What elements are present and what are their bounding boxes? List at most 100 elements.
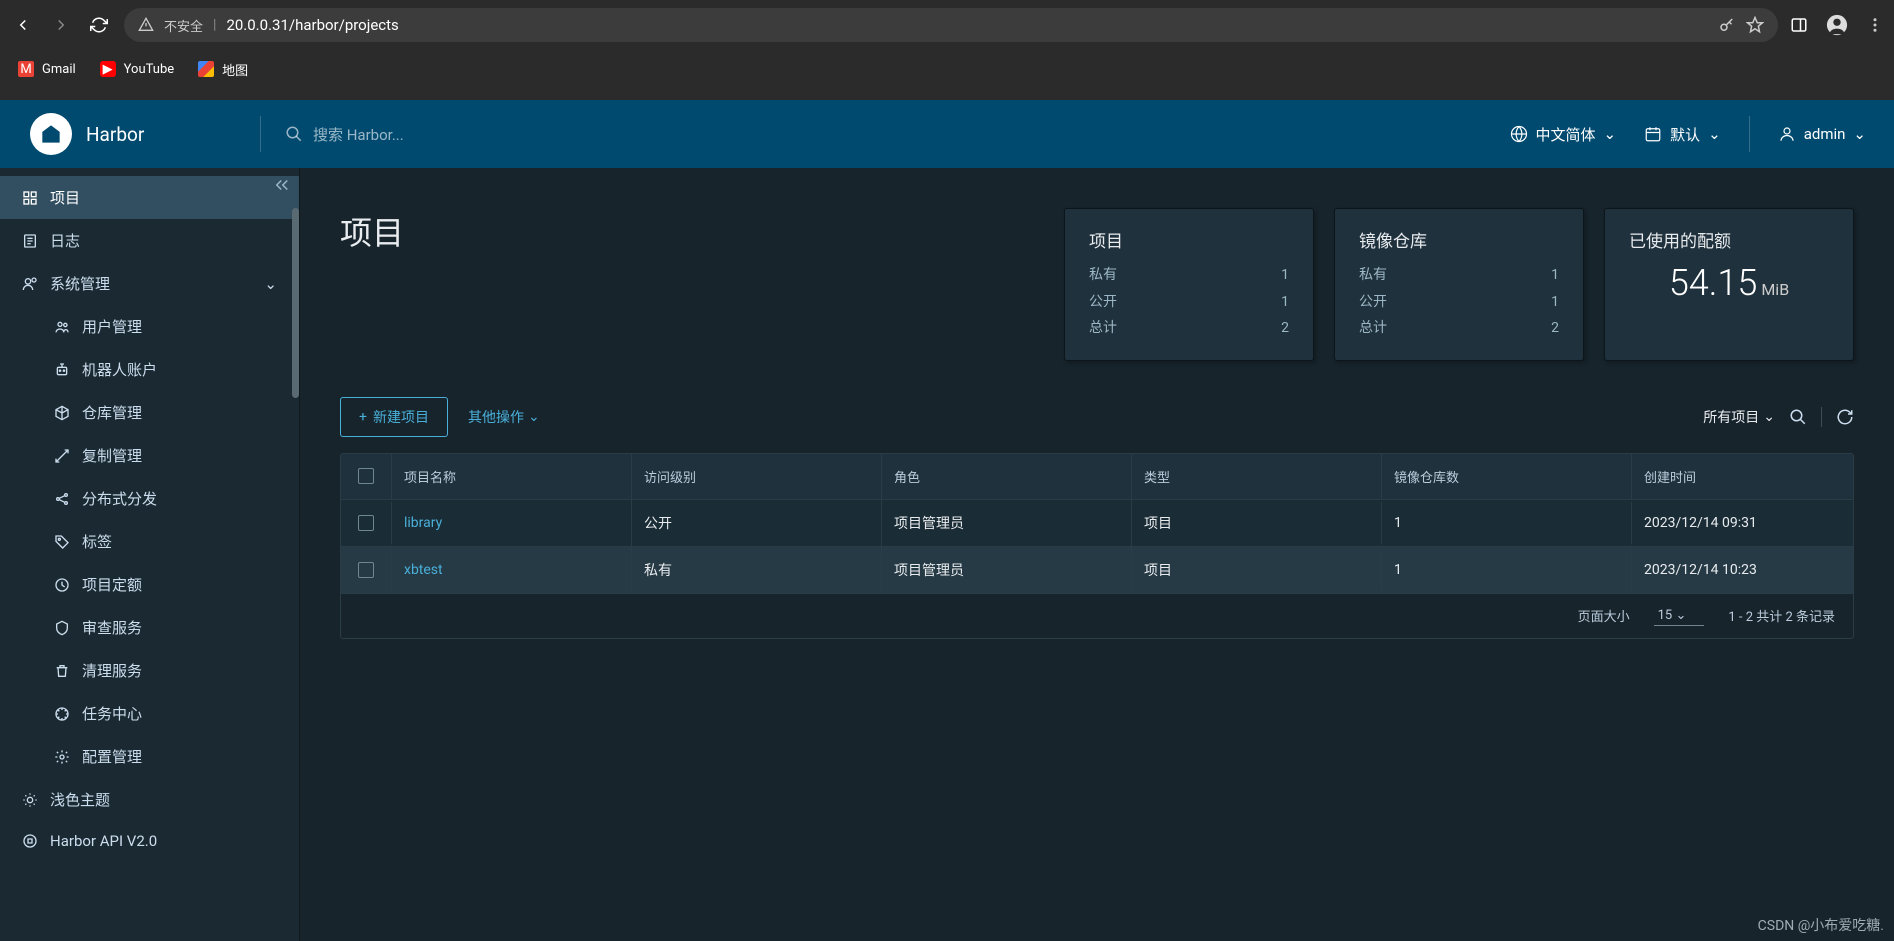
col-name[interactable]: 项目名称 xyxy=(391,454,631,499)
language-selector[interactable]: 中文简体 ⌄ xyxy=(1510,124,1617,145)
sidebar-item-replication[interactable]: 复制管理 xyxy=(54,434,299,477)
refresh-icon[interactable] xyxy=(1836,408,1854,426)
sidebar-item-config[interactable]: 配置管理 xyxy=(54,735,299,778)
sidebar-item-logs[interactable]: 日志 xyxy=(0,219,299,262)
forward-button[interactable] xyxy=(48,12,74,38)
panel-icon[interactable] xyxy=(1790,16,1808,34)
chevron-down-icon: ⌄ xyxy=(1763,409,1775,425)
sidebar-item-label: 仓库管理 xyxy=(82,402,142,423)
replication-icon xyxy=(54,448,70,464)
col-repos[interactable]: 镜像仓库数 xyxy=(1381,454,1631,499)
sun-icon xyxy=(22,792,38,808)
project-link[interactable]: xbtest xyxy=(404,562,443,578)
robot-icon xyxy=(54,362,70,378)
sidebar-item-jobservice[interactable]: 任务中心 xyxy=(54,692,299,735)
star-icon[interactable] xyxy=(1746,16,1764,34)
quota-unit: MiB xyxy=(1761,280,1789,299)
user-icon xyxy=(1778,125,1796,143)
table-header: 项目名称 访问级别 角色 类型 镜像仓库数 创建时间 xyxy=(341,454,1853,500)
sidebar-item-label: 浅色主题 xyxy=(50,789,110,810)
bookmark-gmail[interactable]: MGmail xyxy=(18,61,76,77)
jobs-icon xyxy=(54,706,70,722)
youtube-icon: ▶ xyxy=(100,61,116,77)
url-bar[interactable]: 不安全 | 20.0.0.31/harbor/projects xyxy=(124,8,1778,42)
pagination-summary: 1 - 2 共计 2 条记录 xyxy=(1728,606,1835,625)
bookmark-youtube[interactable]: ▶YouTube xyxy=(100,61,175,77)
sidebar-scrollbar[interactable] xyxy=(292,208,299,398)
profile-icon[interactable] xyxy=(1826,14,1848,36)
projects-table: 项目名称 访问级别 角色 类型 镜像仓库数 创建时间 library 公开 项目… xyxy=(340,453,1854,639)
sidebar-item-label: 日志 xyxy=(50,230,80,251)
sidebar-item-label: 标签 xyxy=(82,531,112,552)
summary-cards: 项目 私有1 公开1 总计2 镜像仓库 私有1 公开1 总计2 已使用的配额 5… xyxy=(1064,208,1854,361)
warning-icon xyxy=(138,17,154,33)
sidebar-item-admin[interactable]: 系统管理 ⌄ xyxy=(0,262,299,305)
gear-icon xyxy=(54,749,70,765)
sidebar-item-projects[interactable]: 项目 xyxy=(0,176,299,219)
app-body: 项目 日志 系统管理 ⌄ 用户管理 机器人账户 仓库管理 复制管理 分布式分发 … xyxy=(0,168,1894,941)
sidebar-item-label: 系统管理 xyxy=(50,273,110,294)
search-icon[interactable] xyxy=(1789,408,1807,426)
sidebar-item-users[interactable]: 用户管理 xyxy=(54,305,299,348)
search-icon xyxy=(285,125,303,143)
card-title: 项目 xyxy=(1089,227,1289,252)
sidebar-item-labels[interactable]: 标签 xyxy=(54,520,299,563)
col-access[interactable]: 访问级别 xyxy=(631,454,881,499)
other-actions-dropdown[interactable]: 其他操作⌄ xyxy=(468,407,540,427)
distribute-icon xyxy=(54,491,70,507)
sidebar-item-api[interactable]: Harbor API V2.0 xyxy=(0,821,299,861)
key-icon[interactable] xyxy=(1718,16,1736,34)
col-type[interactable]: 类型 xyxy=(1131,454,1381,499)
sidebar-collapse-icon[interactable] xyxy=(273,176,291,194)
theme-selector[interactable]: 默认 ⌄ xyxy=(1644,124,1721,145)
sidebar-item-label: Harbor API V2.0 xyxy=(50,832,157,850)
back-button[interactable] xyxy=(10,12,36,38)
bookmark-maps[interactable]: 地图 xyxy=(198,60,248,79)
sidebar-submenu-admin: 用户管理 机器人账户 仓库管理 复制管理 分布式分发 标签 项目定额 审查服务 … xyxy=(0,305,299,778)
sidebar-item-registries[interactable]: 仓库管理 xyxy=(54,391,299,434)
sidebar-item-light-theme[interactable]: 浅色主题 xyxy=(0,778,299,821)
project-link[interactable]: library xyxy=(404,515,442,531)
sidebar-item-label: 复制管理 xyxy=(82,445,142,466)
brand-name: Harbor xyxy=(86,123,144,146)
harbor-logo-icon xyxy=(30,113,72,155)
global-search[interactable]: 搜索 Harbor... xyxy=(261,124,1482,145)
browser-chrome: 不安全 | 20.0.0.31/harbor/projects MGmail ▶… xyxy=(0,0,1894,100)
logs-icon xyxy=(22,233,38,249)
divider xyxy=(1821,407,1822,427)
row-checkbox[interactable] xyxy=(358,562,374,578)
logo-area[interactable]: Harbor xyxy=(0,113,260,155)
calendar-icon xyxy=(1644,125,1662,143)
search-placeholder: 搜索 Harbor... xyxy=(313,124,404,145)
admin-icon xyxy=(22,276,38,292)
chevron-down-icon: ⌄ xyxy=(1604,125,1617,143)
table-row[interactable]: library 公开 项目管理员 项目 1 2023/12/14 09:31 xyxy=(341,500,1853,547)
plus-icon: + xyxy=(359,409,367,425)
row-checkbox[interactable] xyxy=(358,515,374,531)
sidebar-item-quotas[interactable]: 项目定额 xyxy=(54,563,299,606)
card-title: 镜像仓库 xyxy=(1359,227,1559,252)
user-menu[interactable]: admin ⌄ xyxy=(1778,125,1866,143)
sidebar: 项目 日志 系统管理 ⌄ 用户管理 机器人账户 仓库管理 复制管理 分布式分发 … xyxy=(0,168,300,941)
page-header: 项目 项目 私有1 公开1 总计2 镜像仓库 私有1 公开1 总计2 已使用的配… xyxy=(340,208,1854,361)
reload-button[interactable] xyxy=(86,12,112,38)
col-created[interactable]: 创建时间 xyxy=(1631,454,1853,499)
page-size-select[interactable]: 15 ⌄ xyxy=(1654,606,1705,626)
new-project-button[interactable]: +新建项目 xyxy=(340,397,448,437)
sidebar-item-interrogation[interactable]: 审查服务 xyxy=(54,606,299,649)
sidebar-item-distribution[interactable]: 分布式分发 xyxy=(54,477,299,520)
col-role[interactable]: 角色 xyxy=(881,454,1131,499)
table-toolbar: +新建项目 其他操作⌄ 所有项目⌄ xyxy=(340,397,1854,437)
menu-icon[interactable] xyxy=(1866,16,1884,34)
sidebar-item-robots[interactable]: 机器人账户 xyxy=(54,348,299,391)
trash-icon xyxy=(54,663,70,679)
filter-dropdown[interactable]: 所有项目⌄ xyxy=(1703,407,1775,427)
main-content: 项目 项目 私有1 公开1 总计2 镜像仓库 私有1 公开1 总计2 已使用的配… xyxy=(300,168,1894,941)
sidebar-item-label: 用户管理 xyxy=(82,316,142,337)
sidebar-item-label: 项目 xyxy=(50,187,80,208)
table-row[interactable]: xbtest 私有 项目管理员 项目 1 2023/12/14 10:23 xyxy=(341,547,1853,594)
select-all-checkbox[interactable] xyxy=(358,468,374,484)
card-repos: 镜像仓库 私有1 公开1 总计2 xyxy=(1334,208,1584,361)
sidebar-item-gc[interactable]: 清理服务 xyxy=(54,649,299,692)
chevron-down-icon: ⌄ xyxy=(1853,125,1866,143)
